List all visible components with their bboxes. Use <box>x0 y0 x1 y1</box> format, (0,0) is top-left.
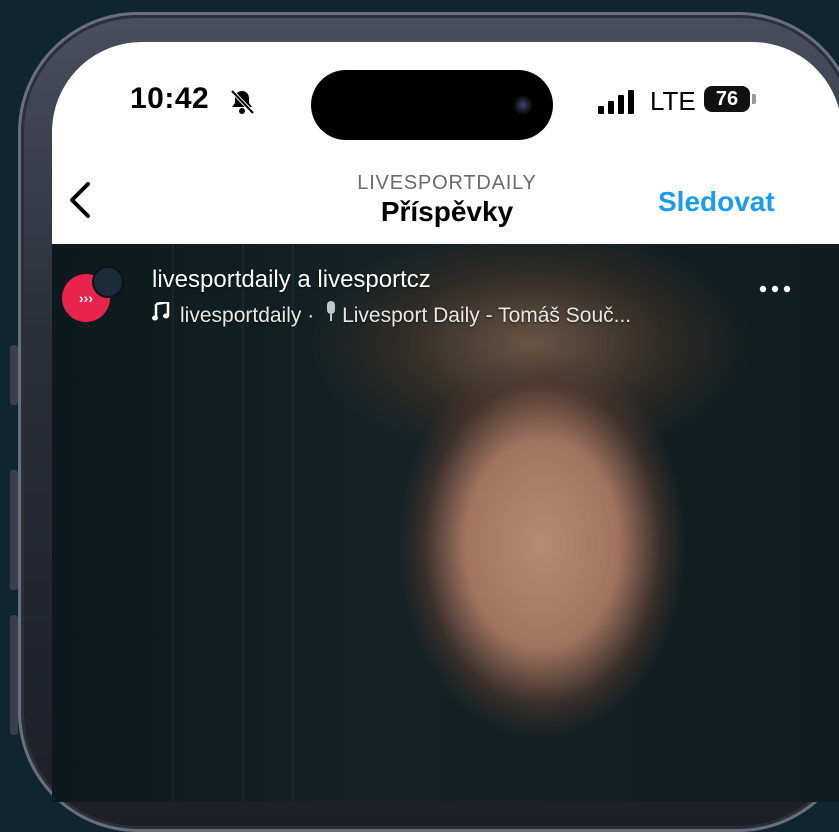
microphone-icon <box>327 301 336 321</box>
navigation-bar: LIVESPORTDAILY Příspěvky Sledovat <box>52 162 839 244</box>
audio-title: Livesport Daily - Tomáš Souč... <box>342 304 632 327</box>
volume-button <box>10 470 18 590</box>
volume-button <box>10 615 18 735</box>
follow-button[interactable]: Sledovat <box>658 186 775 218</box>
status-time: 10:42 <box>130 82 210 115</box>
silent-switch <box>10 345 18 405</box>
camera-icon <box>514 96 532 114</box>
dynamic-island <box>311 70 553 140</box>
separator: · <box>307 304 315 327</box>
phone-screen: 10:42 LTE 76 LIVESPORTDAILY Příspěvky Sl… <box>52 42 839 802</box>
carrier-label: LTE <box>650 86 696 116</box>
battery-level: 76 <box>715 87 739 110</box>
audio-user: livesportdaily <box>180 304 302 327</box>
bell-slash-icon <box>230 89 255 115</box>
post-media[interactable]: ››› livesportdaily a livesportcz livespo… <box>52 244 839 802</box>
music-note-icon <box>152 302 170 321</box>
more-dots-icon[interactable] <box>758 284 792 294</box>
cellular-signal-icon <box>598 90 634 114</box>
battery-indicator: 76 <box>704 86 750 112</box>
avatar-secondary[interactable] <box>92 266 124 298</box>
post-author[interactable]: livesportdaily a livesportcz <box>152 266 431 294</box>
audio-attribution[interactable]: livesportdaily · Livesport Daily - Tomáš… <box>152 300 631 328</box>
status-bar: 10:42 LTE 76 <box>52 42 839 162</box>
battery-cap <box>752 94 756 104</box>
